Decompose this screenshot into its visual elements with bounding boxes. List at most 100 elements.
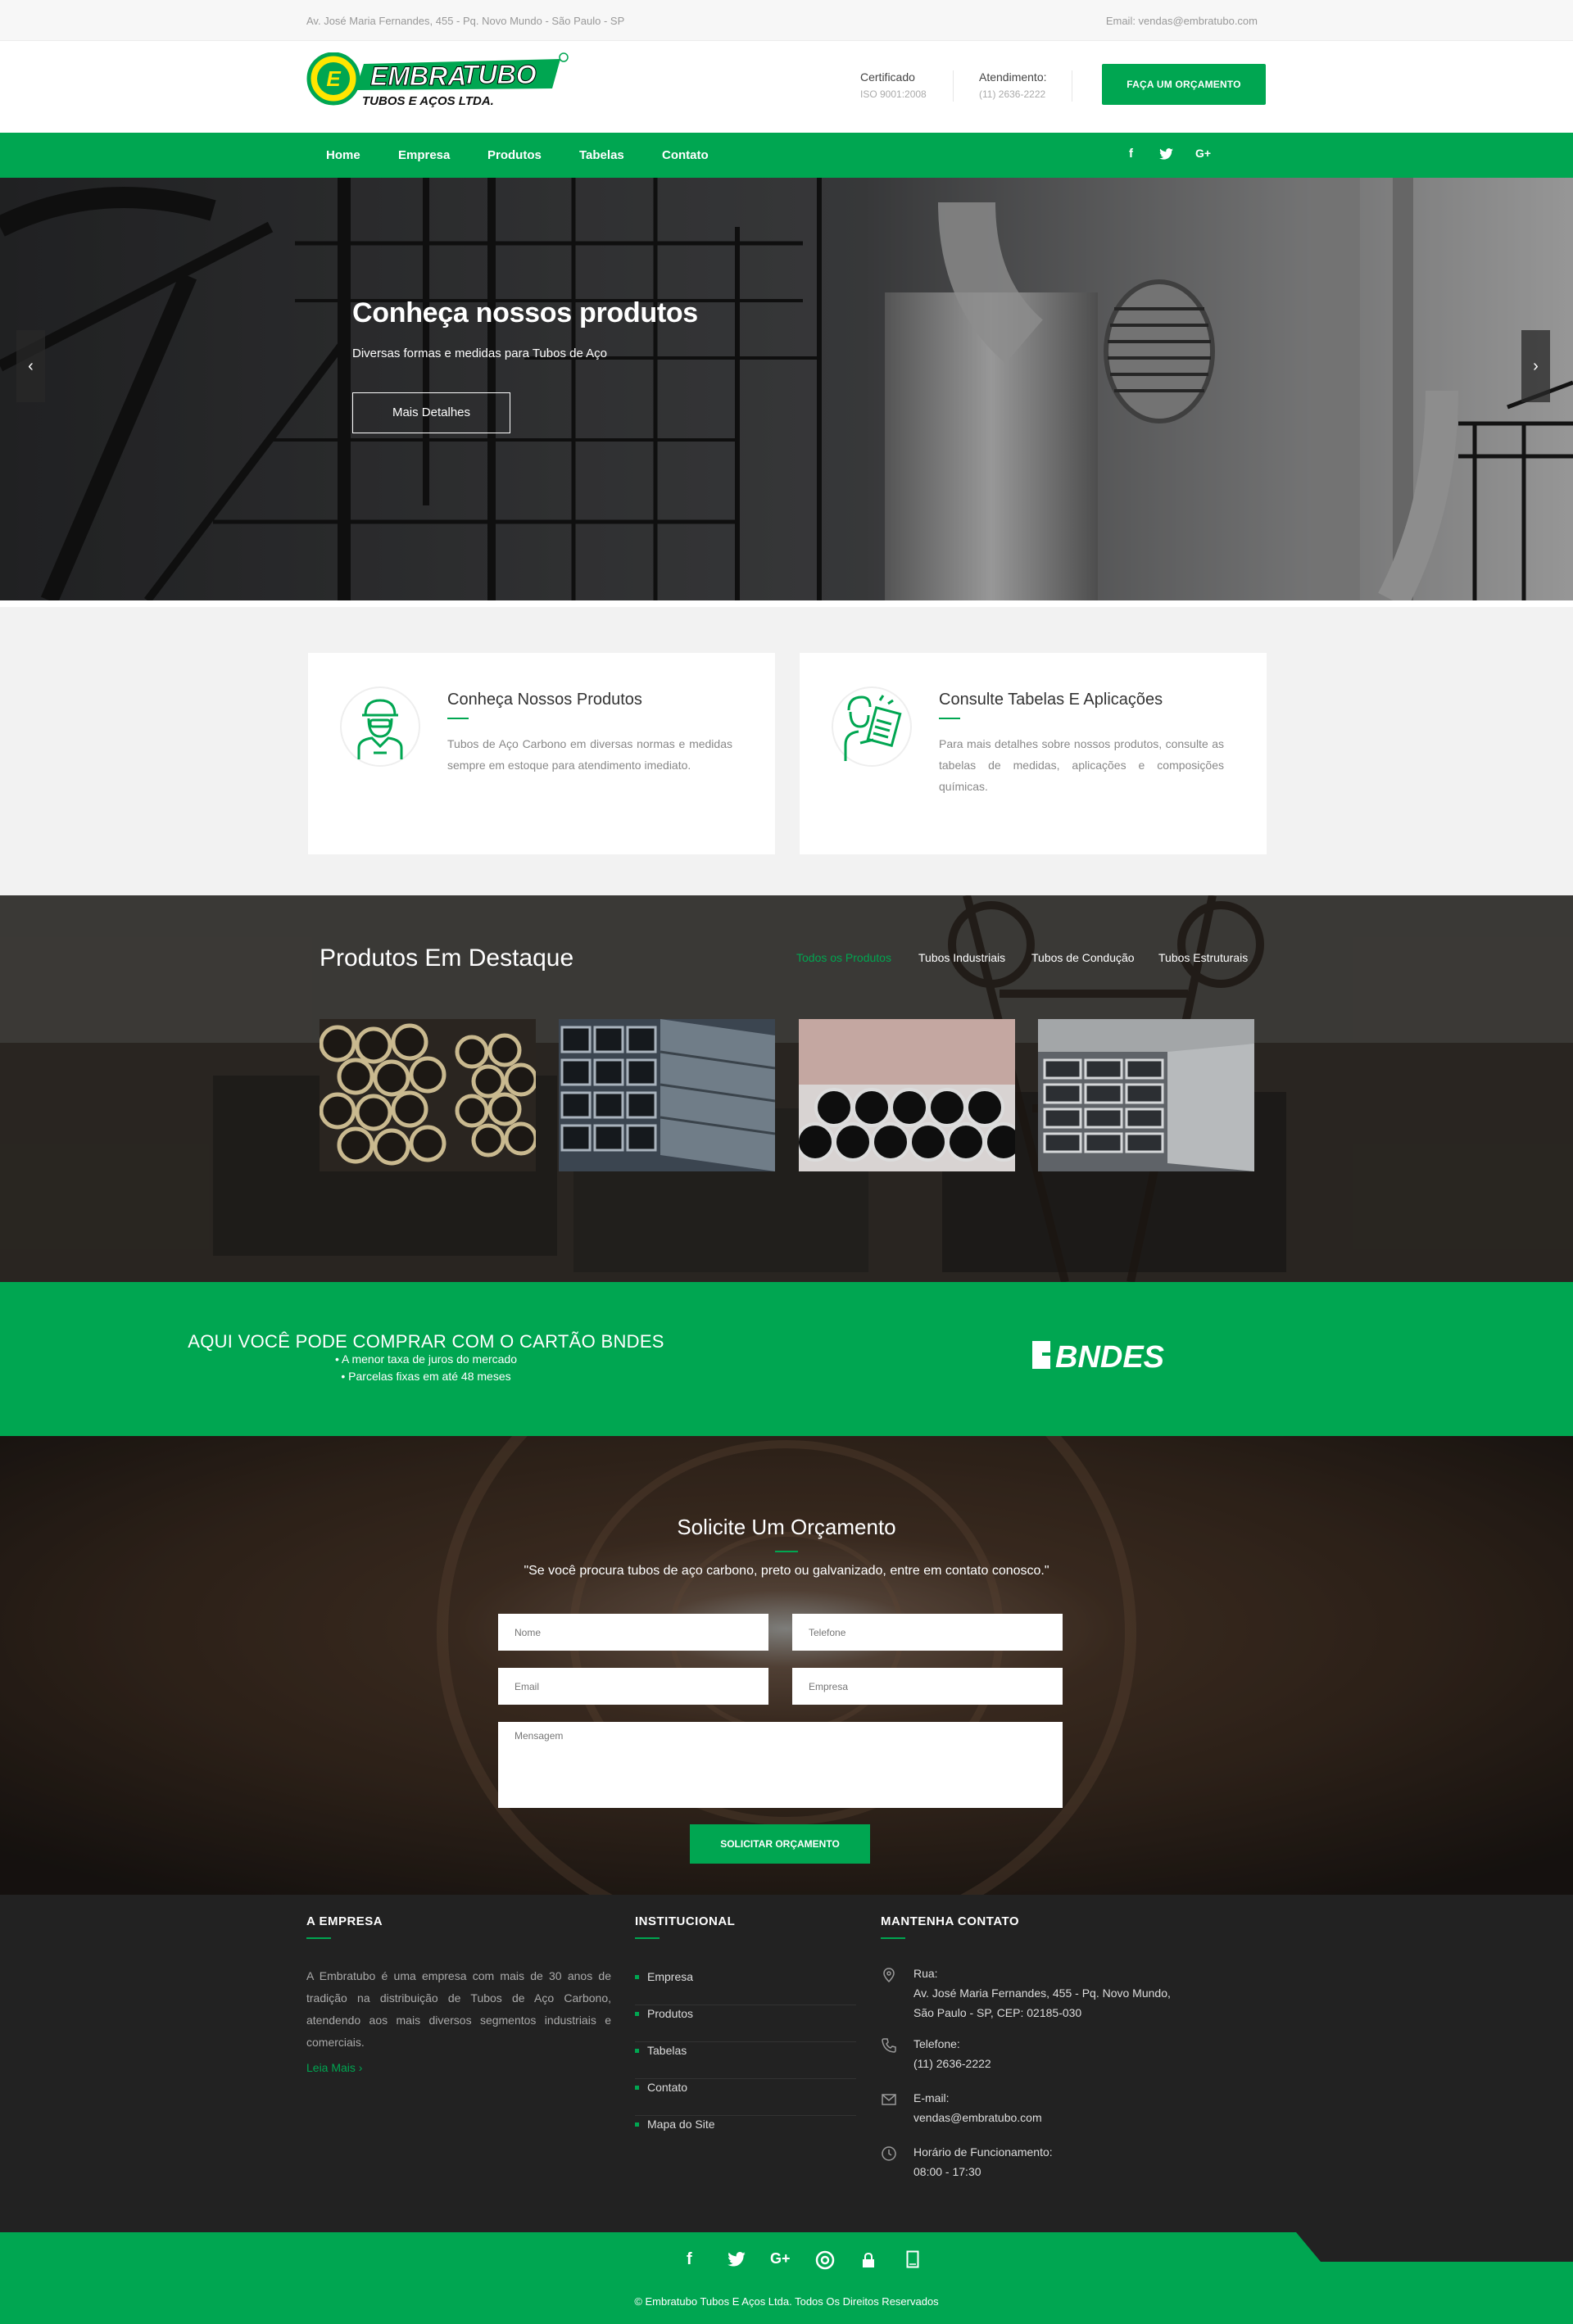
filter-conducao[interactable]: Tubos de Condução — [1031, 951, 1135, 964]
bndes-banner: AQUI VOCÊ PODE COMPRAR COM O CARTÃO BNDE… — [0, 1282, 1573, 1436]
feature-text: Tubos de Aço Carbono em diversas normas … — [447, 737, 732, 772]
google-plus-icon[interactable]: G+ — [1195, 147, 1211, 160]
footer-link-empresa[interactable]: Empresa — [635, 1968, 856, 2005]
slider-prev-arrow-icon[interactable]: ‹ — [16, 330, 45, 402]
rua-line1: Av. José Maria Fernandes, 455 - Pq. Novo… — [913, 1986, 1171, 2000]
feature-title: Conheça Nossos Produtos — [447, 691, 642, 709]
footer-link-tabelas[interactable]: Tabelas — [635, 2042, 856, 2079]
footer-link-produtos[interactable]: Produtos — [635, 2005, 856, 2042]
logo-emblem-letter: E — [326, 66, 341, 91]
footer-about-text: A Embratubo é uma empresa com mais de 30… — [306, 1969, 611, 2049]
filter-industriais[interactable]: Tubos Industriais — [918, 951, 1005, 964]
twitter-icon[interactable] — [728, 2252, 746, 2267]
footer-underline — [881, 1937, 905, 1939]
map-pin-icon — [883, 1968, 895, 1983]
submit-quote-button[interactable]: SOLICITAR ORÇAMENTO — [690, 1824, 870, 1864]
rectangular-tubes-photo[interactable] — [1038, 1019, 1254, 1171]
feature-card-produtos[interactable]: Conheça Nossos Produtos Tubos de Aço Car… — [308, 653, 775, 854]
bottom-bar: f G+ © Embratubo Tubos E Aços Ltda. Todo… — [0, 2232, 1573, 2324]
bndes-logo-text: BNDES — [1055, 1340, 1164, 1372]
rua-line2: São Paulo - SP, CEP: 02185-030 — [913, 2006, 1082, 2019]
twitter-icon[interactable] — [1159, 148, 1173, 160]
email-label: E-mail: — [913, 2091, 950, 2104]
footer-institucional-title: INSTITUCIONAL — [635, 1914, 736, 1928]
quote-text: "Se você procura tubos de aço carbono, p… — [524, 1564, 1049, 1578]
top-bar: Av. José Maria Fernandes, 455 - Pq. Novo… — [0, 0, 1573, 41]
envelope-icon — [882, 2094, 896, 2105]
nav-item-produtos[interactable]: Produtos — [487, 133, 542, 178]
facebook-icon[interactable]: f — [1129, 147, 1133, 161]
logo-word-left: EMBRA — [370, 61, 466, 91]
email-value[interactable]: vendas@embratubo.com — [913, 2108, 1042, 2127]
logo-tagline: TUBOS E AÇOS LTDA. — [362, 94, 494, 108]
copyright-text: © Embratubo Tubos E Aços Ltda. Todos Os … — [634, 2295, 939, 2308]
tablet-icon[interactable] — [906, 2250, 919, 2268]
message-field[interactable] — [498, 1722, 1063, 1808]
footer-about-title: A EMPRESA — [306, 1914, 383, 1928]
atendimento-info: Atendimento: (11) 2636-2222 — [979, 70, 1047, 100]
worker-icon — [340, 686, 420, 767]
feature-underline — [939, 718, 960, 719]
main-nav: Home Empresa Produtos Tabelas Contato f … — [0, 133, 1573, 178]
feature-text: Para mais detalhes sobre nossos produtos… — [939, 737, 1224, 793]
bndes-logo: BNDES — [1032, 1340, 1164, 1372]
bndes-benefit: • Parcelas fixas em até 48 meses — [341, 1370, 511, 1383]
featured-products-section: Produtos Em Destaque Todos os Produtos T… — [0, 895, 1573, 1282]
nav-item-contato[interactable]: Contato — [662, 133, 709, 178]
feature-underline — [447, 718, 469, 719]
nav-item-empresa[interactable]: Empresa — [398, 133, 450, 178]
hero-slider: Conheça nossos produtos Diversas formas … — [0, 178, 1573, 600]
round-steel-tubes-photo[interactable] — [320, 1019, 536, 1171]
certificado-value: ISO 9001:2008 — [860, 88, 927, 100]
footer-contact-title: MANTENHA CONTATO — [881, 1914, 1020, 1928]
top-address: Av. José Maria Fernandes, 455 - Pq. Novo… — [306, 15, 625, 27]
bndes-title: AQUI VOCÊ PODE COMPRAR COM O CARTÃO BNDE… — [188, 1331, 664, 1352]
facebook-icon[interactable]: f — [687, 2250, 692, 2269]
header-divider — [953, 70, 954, 102]
footer-link-mapa[interactable]: Mapa do Site — [635, 2116, 856, 2153]
phone-field[interactable] — [792, 1614, 1063, 1651]
filter-estruturais[interactable]: Tubos Estruturais — [1158, 951, 1248, 964]
certificado-info: Certificado ISO 9001:2008 — [860, 70, 927, 100]
bndes-benefit: • A menor taxa de juros do mercado — [334, 1352, 518, 1366]
google-plus-icon[interactable]: G+ — [770, 2250, 791, 2267]
quote-title: Solicite Um Orçamento — [677, 1515, 896, 1539]
footer: A EMPRESA A Embratubo é uma empresa com … — [0, 1895, 1573, 2232]
phone-icon — [882, 2038, 896, 2053]
bottom-bar-background — [0, 2232, 1573, 2324]
telefone-value[interactable]: (11) 2636-2222 — [913, 2054, 991, 2073]
top-email[interactable]: Email: vendas@embratubo.com — [1106, 15, 1258, 27]
lock-icon[interactable] — [862, 2252, 875, 2268]
telefone-label: Telefone: — [913, 2037, 960, 2050]
header: E EMBRA TUBO TUBOS E AÇOS LTDA. Certific… — [0, 41, 1573, 133]
read-more-link[interactable]: Leia Mais › — [306, 2061, 362, 2074]
clipboard-person-icon — [832, 686, 912, 767]
industrial-landscape-background — [0, 895, 1573, 1282]
filter-todos[interactable]: Todos os Produtos — [796, 951, 891, 964]
hero-title: Conheça nossos produtos — [352, 297, 698, 328]
dribbble-icon[interactable] — [815, 2250, 835, 2270]
email-field[interactable] — [498, 1668, 768, 1705]
clock-icon — [882, 2146, 896, 2161]
nav-item-home[interactable]: Home — [326, 133, 360, 178]
hero-details-button[interactable]: Mais Detalhes — [352, 392, 510, 433]
certificado-label: Certificado — [860, 70, 915, 84]
atendimento-label: Atendimento: — [979, 70, 1047, 84]
embratubo-logo[interactable]: E EMBRA TUBO TUBOS E AÇOS LTDA. — [306, 52, 570, 110]
footer-link-contato[interactable]: Contato — [635, 2079, 856, 2116]
feature-card-tabelas[interactable]: Consulte Tabelas E Aplicações Para mais … — [800, 653, 1267, 854]
hours-label: Horário de Funcionamento: — [913, 2145, 1053, 2159]
quote-underline — [775, 1551, 798, 1552]
slider-next-arrow-icon[interactable]: › — [1521, 330, 1550, 402]
request-quote-button[interactable]: FAÇA UM ORÇAMENTO — [1102, 64, 1266, 105]
feature-title: Consulte Tabelas E Aplicações — [939, 691, 1163, 709]
company-field[interactable] — [792, 1668, 1063, 1705]
galvanized-tubes-photo[interactable] — [799, 1019, 1015, 1171]
hero-subtitle: Diversas formas e medidas para Tubos de … — [352, 347, 607, 360]
square-steel-tubes-photo[interactable] — [559, 1019, 775, 1171]
footer-underline — [306, 1937, 331, 1939]
footer-underline — [635, 1937, 660, 1939]
nav-item-tabelas[interactable]: Tabelas — [579, 133, 624, 178]
name-field[interactable] — [498, 1614, 768, 1651]
products-title: Produtos Em Destaque — [320, 945, 574, 972]
